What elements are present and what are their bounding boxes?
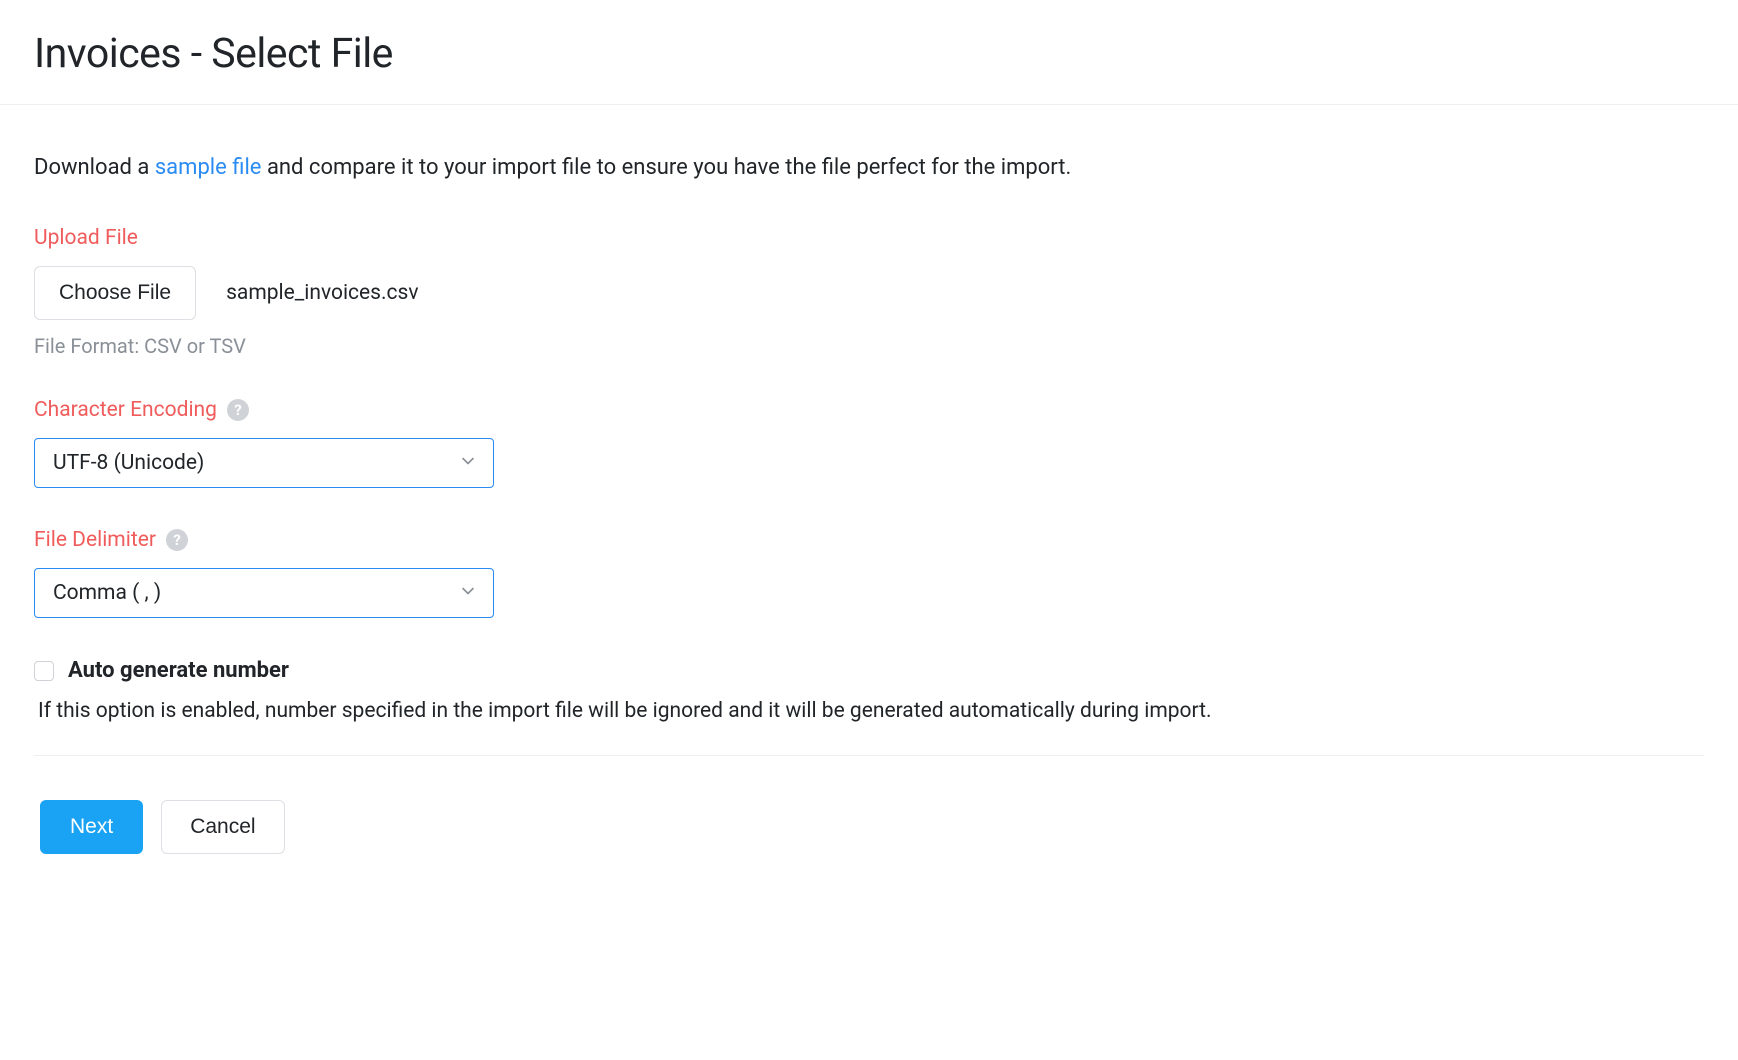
upload-file-section: Upload File Choose File sample_invoices.… [34, 226, 1704, 358]
character-encoding-label-text: Character Encoding [34, 398, 217, 422]
auto-generate-label[interactable]: Auto generate number [68, 658, 289, 683]
cancel-button[interactable]: Cancel [161, 800, 284, 854]
intro-prefix: Download a [34, 155, 155, 180]
upload-file-label: Upload File [34, 226, 1704, 250]
file-delimiter-label-text: File Delimiter [34, 528, 156, 552]
intro-text: Download a sample file and compare it to… [34, 155, 1704, 180]
file-delimiter-selected: Comma ( , ) [53, 581, 161, 605]
file-delimiter-select[interactable]: Comma ( , ) [34, 568, 494, 618]
auto-generate-description: If this option is enabled, number specif… [34, 699, 1704, 723]
page-content: Download a sample file and compare it to… [0, 105, 1738, 854]
next-button[interactable]: Next [40, 800, 143, 854]
character-encoding-select-wrapper: UTF-8 (Unicode) [34, 438, 494, 488]
auto-generate-row: Auto generate number [34, 658, 1704, 683]
file-format-hint: File Format: CSV or TSV [34, 334, 1704, 358]
selected-filename: sample_invoices.csv [226, 281, 419, 305]
file-delimiter-section: File Delimiter ? Comma ( , ) [34, 528, 1704, 618]
section-divider [34, 755, 1704, 756]
sample-file-link[interactable]: sample file [155, 155, 262, 180]
intro-suffix: and compare it to your import file to en… [261, 155, 1071, 180]
character-encoding-section: Character Encoding ? UTF-8 (Unicode) [34, 398, 1704, 488]
page-title: Invoices - Select File [34, 30, 1738, 78]
file-delimiter-label: File Delimiter ? [34, 528, 1704, 552]
import-invoices-page: Invoices - Select File Download a sample… [0, 0, 1738, 854]
help-icon[interactable]: ? [166, 529, 188, 551]
file-delimiter-select-wrapper: Comma ( , ) [34, 568, 494, 618]
character-encoding-label: Character Encoding ? [34, 398, 1704, 422]
character-encoding-selected: UTF-8 (Unicode) [53, 451, 204, 475]
page-header: Invoices - Select File [0, 0, 1738, 105]
help-icon[interactable]: ? [227, 399, 249, 421]
action-buttons: Next Cancel [34, 800, 1704, 854]
choose-file-button[interactable]: Choose File [34, 266, 196, 320]
auto-generate-checkbox[interactable] [34, 661, 54, 681]
upload-row: Choose File sample_invoices.csv [34, 266, 1704, 320]
character-encoding-select[interactable]: UTF-8 (Unicode) [34, 438, 494, 488]
